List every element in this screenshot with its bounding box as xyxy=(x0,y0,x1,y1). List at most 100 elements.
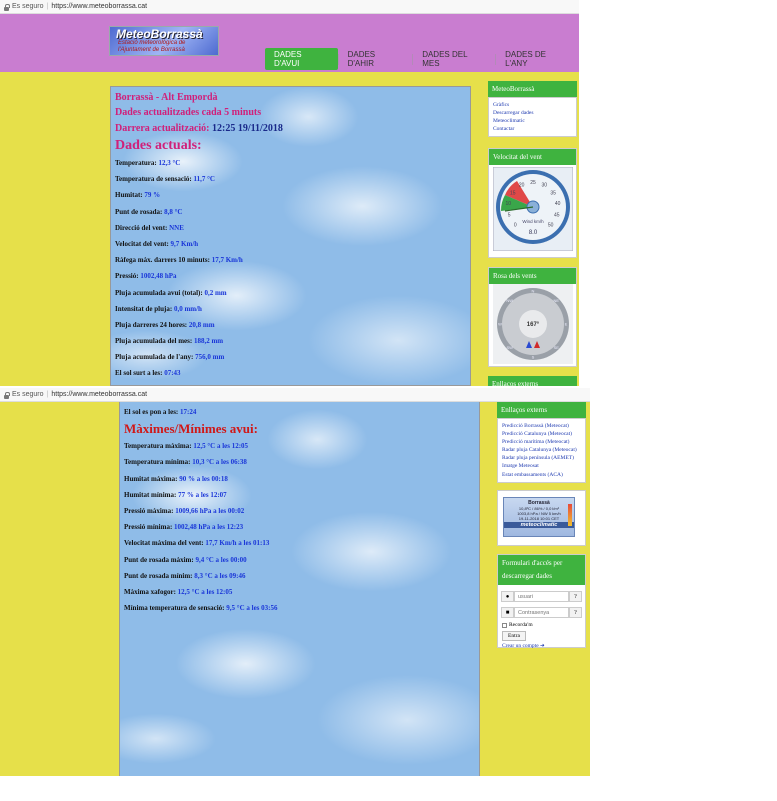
data-row: Pressió mínima: 1002,48 hPa a les 12:23 xyxy=(124,523,244,532)
external-link[interactable]: Radar pluja península (AEMET) xyxy=(502,454,581,462)
gauge-tick-label: 20 xyxy=(519,183,525,189)
data-row: Humitat màxima: 90 % a les 00:18 xyxy=(124,474,228,483)
wind-gauge: 05 10 1520 25 3035 40 4550 Wind km/h 8.0 xyxy=(493,167,573,251)
data-row: Punt de rosada mínim: 8,3 °C a les 09:46 xyxy=(124,571,246,580)
minmax-heading: Màximes/Mínimes avui: xyxy=(124,421,258,437)
screenshot-bottom: Es seguro | https://www.meteoborrassa.ca… xyxy=(0,388,590,776)
data-row: Temperatura màxima: 12,5 °C a les 12:05 xyxy=(124,442,249,451)
gauge-tick-label: 0 xyxy=(514,223,517,229)
meteo-link[interactable]: Gràfics xyxy=(493,101,572,109)
data-row: Pluja darreres 24 hores: 20,8 mm xyxy=(115,320,215,329)
lock-icon xyxy=(3,391,10,399)
data-row: Punt de rosada màxim: 9,4 °C a les 00:00 xyxy=(124,555,247,564)
nav-dades-ahir[interactable]: DADES D'AHIR xyxy=(339,48,413,70)
data-row: Humitat: 79 % xyxy=(115,191,161,200)
links-box-title: Enllaços externs xyxy=(497,402,586,418)
gauge-tick-label: 45 xyxy=(554,213,560,219)
meteo-link[interactable]: Contactar xyxy=(493,125,572,133)
external-link[interactable]: Radar pluja Catalunya (Meteocat) xyxy=(502,446,581,454)
gauge-tick-label: 50 xyxy=(548,223,554,229)
external-link[interactable]: Predicció Borrassà (Meteocat) xyxy=(502,422,581,430)
rose-box-title: Rosa dels vents xyxy=(489,268,576,284)
wind-gauge-value: 8.0 xyxy=(529,230,538,236)
data-row: Pluja acumulada de l'any: 756,0 mm xyxy=(115,353,225,362)
data-row: El sol surt a les: 07:43 xyxy=(115,369,181,378)
meteoclimatic-widget[interactable]: Borrassà 10,8ºC / 86% / 0,0 l/m² 1003,8 … xyxy=(497,490,586,546)
rose-direction-label: E xyxy=(565,322,568,327)
url-text[interactable]: https://www.meteoborrassa.cat xyxy=(51,391,147,398)
remember-label: Recorda'm xyxy=(509,622,533,628)
user-icon: ● xyxy=(501,591,514,602)
external-link[interactable]: Imatge Meteosat xyxy=(502,462,581,470)
wind-rose: N NE E SE S SW W NW 167° xyxy=(493,284,573,364)
nav-dades-any[interactable]: DADES DE L'ANY xyxy=(496,48,579,70)
gauge-tick-label: 40 xyxy=(555,201,561,207)
data-row: Pluja acumulada avui (total): 0,2 mm xyxy=(115,288,227,297)
sunset-row: El sol es pon a les: 17:24 xyxy=(124,408,197,416)
arrow-right-icon: ➜ xyxy=(540,643,545,649)
data-row: Màxima xafogor: 12,5 °C a les 12:05 xyxy=(124,587,233,596)
external-link[interactable]: Predicció marítima (Meteocat) xyxy=(502,438,581,446)
minmax-data-list: Temperatura màxima: 12,5 °C a les 12:05 T… xyxy=(124,438,474,616)
site-logo[interactable]: MeteoBorrassà Estació meteorològica de l… xyxy=(109,26,219,56)
site-header: MeteoBorrassà Estació meteorològica de l… xyxy=(0,14,579,72)
logo-subtitle: Estació meteorològica de l'Ajuntament de… xyxy=(118,40,186,53)
rose-direction-label: NE xyxy=(554,298,560,303)
rose-direction-label: S xyxy=(532,355,535,360)
minmax-panel: El sol es pon a les: 17:24 Màximes/Mínim… xyxy=(119,402,480,776)
data-row: Humitat mínima: 77 % a les 12:07 xyxy=(124,490,227,499)
data-row: El sol es pon a les: 17:24 xyxy=(115,382,465,387)
password-input[interactable] xyxy=(514,607,569,618)
create-account-link[interactable]: Crear un compte ➜ xyxy=(502,643,545,649)
help-icon[interactable]: ? xyxy=(569,607,582,618)
data-row: Velocitat màxima del vent: 17,7 Km/h a l… xyxy=(124,539,270,548)
nav-dades-avui[interactable]: DADES D'AVUI xyxy=(265,48,338,70)
gauge-tick-label: 25 xyxy=(530,180,536,186)
data-row: Temperatura: 12,3 °C xyxy=(115,159,181,167)
sidebar-meteo: MeteoBorrassà Gràfics Descarregar dades Me… xyxy=(488,81,577,137)
data-row: Pressió: 1002,48 hPa xyxy=(115,272,177,281)
external-link[interactable]: Predicció Catalunya (Meteocat) xyxy=(502,430,581,438)
meteo-link[interactable]: Meteoclimatic xyxy=(493,117,572,125)
main-nav: DADES D'AVUI DADES D'AHIR DADES DEL MES … xyxy=(265,48,579,70)
screenshot-top: Es seguro | https://www.meteoborrassa.ca… xyxy=(0,0,579,386)
rose-direction-label: N xyxy=(532,289,535,294)
rose-direction-label: SE xyxy=(554,345,560,350)
data-row: Pressió màxima: 1009,66 hPa a les 00:02 xyxy=(124,506,245,515)
address-bar[interactable]: Es seguro | https://www.meteoborrassa.ca… xyxy=(0,0,579,14)
address-bar-2[interactable]: Es seguro | https://www.meteoborrassa.ca… xyxy=(0,388,590,402)
username-input[interactable] xyxy=(514,591,569,602)
logo-title: MeteoBorrassà xyxy=(116,27,203,41)
gauge-tick-label: 10 xyxy=(506,201,512,207)
wind-rose-box: Rosa dels vents N NE E SE S SW W NW 167° xyxy=(488,267,577,367)
rose-direction-label: W xyxy=(498,322,502,327)
url-text[interactable]: https://www.meteoborrassa.cat xyxy=(51,3,147,10)
last-update: Darrera actualització: 12:25 19/11/2018 xyxy=(115,123,283,134)
form-title: Formulari d'accés per descarregar dades xyxy=(498,555,585,585)
secure-label: Es seguro xyxy=(12,391,44,398)
meteo-link[interactable]: Descarregar dades xyxy=(493,109,572,117)
login-submit-button[interactable]: Entra xyxy=(502,631,526,641)
gauge-tick-label: 35 xyxy=(550,190,556,196)
rose-direction-label: NW xyxy=(506,298,513,303)
wind-gauge-label: Wind km/h xyxy=(522,219,544,224)
data-row: Pluja acumulada del mes: 188,2 mm xyxy=(115,337,224,346)
widget-line3: 19-11-2018 10:01 CET xyxy=(518,516,560,521)
main-data-panel: Borrassà - Alt Empordà Dades actualitzad… xyxy=(110,86,471,386)
location-title: Borrassà - Alt Empordà xyxy=(115,92,218,103)
nav-dades-mes[interactable]: DADES DEL MES xyxy=(413,48,495,70)
external-links: Predicció Borrassà (Meteocat) Predicció C… xyxy=(497,418,586,483)
lock-icon: ■ xyxy=(501,607,514,618)
remember-checkbox[interactable] xyxy=(502,622,507,628)
external-link[interactable]: Estat embassaments (ACA) xyxy=(502,471,581,479)
last-update-value: 12:25 19/11/2018 xyxy=(212,123,283,134)
update-note: Dades actualitzades cada 5 minuts xyxy=(115,107,262,118)
sidebar-links-cut: Enllaços externs xyxy=(488,376,577,386)
gauge-tick-label: 15 xyxy=(510,190,516,196)
wind-speed-box: Velocitat del vent 0 5 10 15 20 25 30 35 40 45 50 … xyxy=(488,148,577,258)
meteo-box-title: MeteoBorrassà xyxy=(488,81,577,97)
help-icon[interactable]: ? xyxy=(569,591,582,602)
login-form-box: Formulari d'accés per descarregar dades … xyxy=(497,554,586,649)
current-heading: Dades actuals: xyxy=(115,138,202,153)
data-row: Mínima temperatura de sensació: 9,5 °C a… xyxy=(124,604,278,613)
